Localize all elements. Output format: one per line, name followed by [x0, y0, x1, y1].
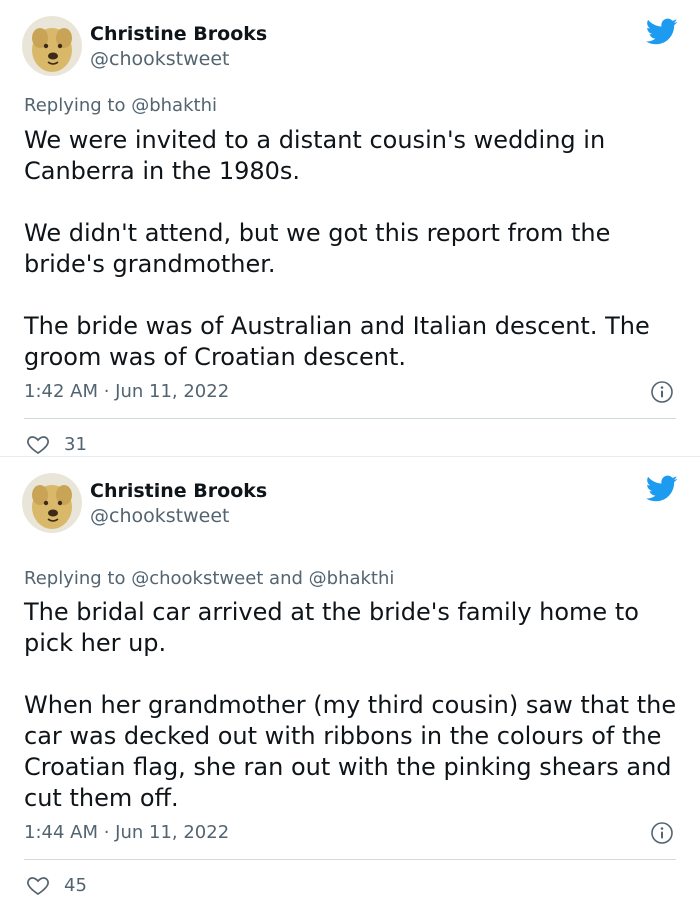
like-button[interactable]: 45 [26, 873, 87, 897]
reply-prefix: Replying to [24, 95, 126, 116]
info-icon[interactable] [650, 821, 674, 845]
heart-icon[interactable] [26, 873, 50, 897]
heart-icon[interactable] [26, 432, 50, 456]
like-button[interactable]: 31 [26, 432, 87, 456]
avatar[interactable] [22, 16, 82, 76]
reply-mention-link[interactable]: @bhakthi [131, 95, 217, 116]
like-count: 45 [64, 874, 87, 896]
tweet-paragraph: We were invited to a distant cousin's we… [24, 126, 606, 185]
tweet-header: Christine Brooks @chookstweet [22, 16, 267, 76]
author-name[interactable]: Christine Brooks [90, 22, 267, 46]
tweet-text: We were invited to a distant cousin's we… [24, 125, 680, 373]
reply-prefix: Replying to [24, 568, 126, 589]
twitter-bird-icon[interactable] [646, 18, 678, 46]
reply-context: Replying to @bhakthi [24, 94, 217, 118]
tweet-paragraph: The bridal car arrived at the bride's fa… [24, 598, 639, 657]
tweet-paragraph: When her grandmother (my third cousin) s… [24, 691, 677, 812]
author-handle[interactable]: @chookstweet [90, 46, 267, 72]
like-count: 31 [64, 433, 87, 455]
avatar[interactable] [22, 473, 82, 533]
tweet-card[interactable]: Christine Brooks @chookstweet Replying t… [0, 456, 700, 912]
divider [24, 418, 676, 419]
author-handle[interactable]: @chookstweet [90, 503, 267, 529]
divider [24, 859, 676, 860]
author-name[interactable]: Christine Brooks [90, 479, 267, 503]
tweet-text: The bridal car arrived at the bride's fa… [24, 597, 680, 814]
twitter-bird-icon[interactable] [646, 475, 678, 503]
tweet-paragraph: We didn't attend, but we got this report… [24, 219, 611, 278]
tweet-header: Christine Brooks @chookstweet [22, 473, 267, 533]
reply-mention-link[interactable]: @chookstweet and @bhakthi [131, 568, 394, 589]
tweet-paragraph: The bride was of Australian and Italian … [24, 312, 650, 371]
tweet-timestamp[interactable]: 1:44 AM · Jun 11, 2022 [24, 821, 229, 845]
tweet-card[interactable]: Christine Brooks @chookstweet Replying t… [0, 0, 700, 456]
reply-context: Replying to @chookstweet and @bhakthi [24, 567, 394, 591]
tweet-timestamp[interactable]: 1:42 AM · Jun 11, 2022 [24, 380, 229, 404]
info-icon[interactable] [650, 380, 674, 404]
